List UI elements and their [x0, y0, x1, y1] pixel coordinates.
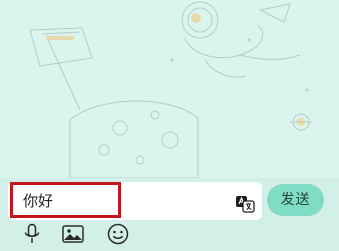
send-button[interactable]: 发送 — [267, 184, 324, 216]
astronaut-illustration — [29, 1, 312, 178]
emoji-button[interactable] — [106, 222, 130, 246]
message-input[interactable]: 你好 — [8, 182, 262, 220]
microphone-icon — [24, 223, 40, 243]
image-button[interactable] — [61, 222, 85, 246]
translate-button[interactable] — [234, 193, 256, 215]
image-icon — [62, 225, 84, 243]
translate-icon — [236, 196, 255, 213]
voice-button[interactable] — [20, 222, 44, 246]
message-composer: 你好 发送 — [0, 178, 339, 251]
smiley-icon — [107, 223, 129, 245]
message-input-text: 你好 — [23, 192, 54, 210]
chat-background — [0, 0, 339, 178]
